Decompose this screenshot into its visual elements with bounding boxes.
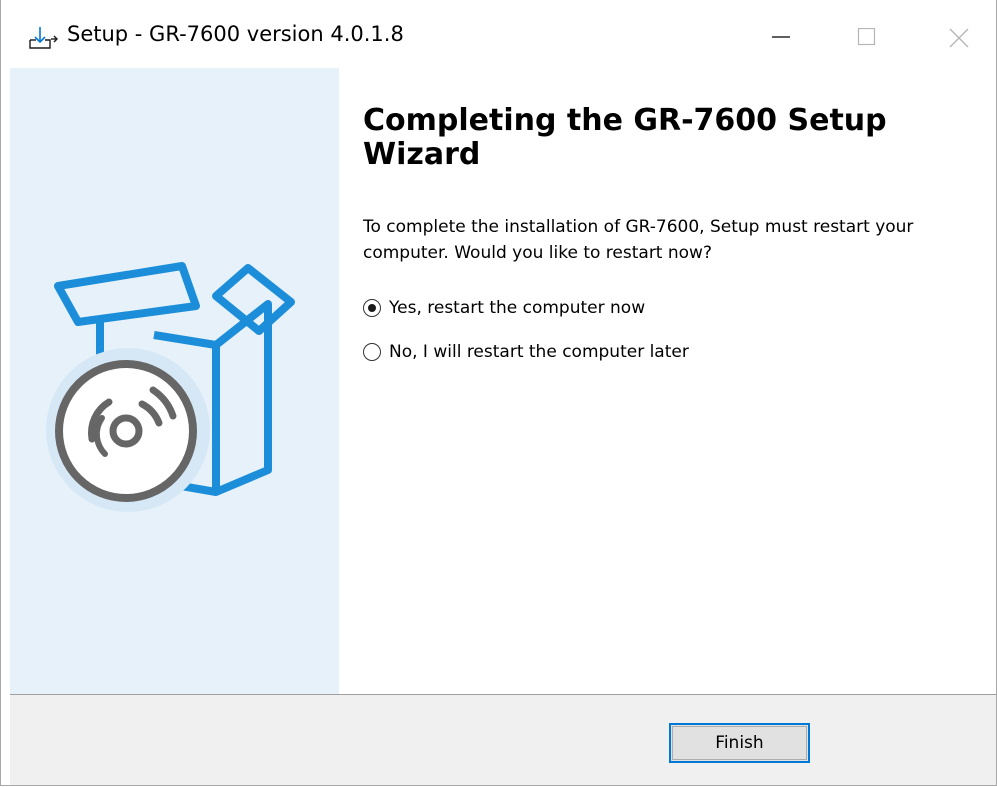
restart-now-label[interactable]: Yes, restart the computer now xyxy=(389,298,645,318)
restart-later-radio[interactable] xyxy=(363,343,381,361)
radio-selected-dot xyxy=(367,303,376,312)
minimize-icon xyxy=(772,36,790,38)
download-installer-icon xyxy=(28,26,60,50)
maximize-button[interactable] xyxy=(847,20,887,52)
wizard-footer: Finish xyxy=(10,695,996,785)
setup-window: Setup - GR-7600 version 4.0.1.8 Completi… xyxy=(0,0,997,786)
wizard-content: Completing the GR-7600 Setup Wizard To c… xyxy=(339,68,996,694)
maximize-icon xyxy=(857,28,876,46)
wizard-side-panel xyxy=(10,68,339,694)
finish-button-label: Finish xyxy=(672,726,807,760)
close-button[interactable] xyxy=(939,20,979,52)
restart-later-label[interactable]: No, I will restart the computer later xyxy=(389,342,689,362)
close-icon xyxy=(949,28,969,48)
software-box-with-disc-icon xyxy=(46,262,295,512)
finish-button[interactable]: Finish xyxy=(669,723,810,763)
page-title: Completing the GR-7600 Setup Wizard xyxy=(363,103,887,172)
window-title: Setup - GR-7600 version 4.0.1.8 xyxy=(67,22,404,46)
title-bar[interactable]: Setup - GR-7600 version 4.0.1.8 xyxy=(1,0,996,68)
restart-description: To complete the installation of GR-7600,… xyxy=(363,217,914,263)
restart-now-radio[interactable] xyxy=(363,299,381,317)
minimize-button[interactable] xyxy=(761,20,801,52)
